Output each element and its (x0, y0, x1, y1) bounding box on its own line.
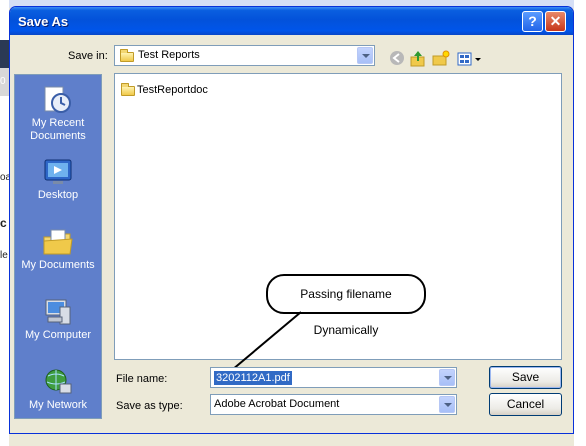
save-button[interactable]: Save (489, 366, 562, 389)
chevron-down-icon[interactable] (439, 396, 455, 413)
file-name-label: File name: (116, 373, 168, 385)
cancel-button[interactable]: Cancel (489, 393, 562, 416)
file-name-value: 3202112A1.pdf (214, 371, 292, 385)
save-as-type-value: Adobe Acrobat Document (214, 398, 340, 410)
background-strip (0, 40, 9, 68)
chevron-down-icon[interactable] (439, 369, 455, 386)
background-fragment: 0 (0, 76, 6, 87)
background-fragment: le (0, 250, 8, 261)
background-fragment: c (0, 216, 7, 230)
file-name-input[interactable]: 3202112A1.pdf (210, 367, 457, 388)
save-as-dialog: Save As ? ✕ Save in: Test Reports My Rec… (9, 6, 574, 434)
save-as-type-label: Save as type: (116, 400, 183, 412)
background-app-right (574, 0, 586, 446)
save-as-type-dropdown[interactable]: Adobe Acrobat Document (210, 394, 457, 415)
